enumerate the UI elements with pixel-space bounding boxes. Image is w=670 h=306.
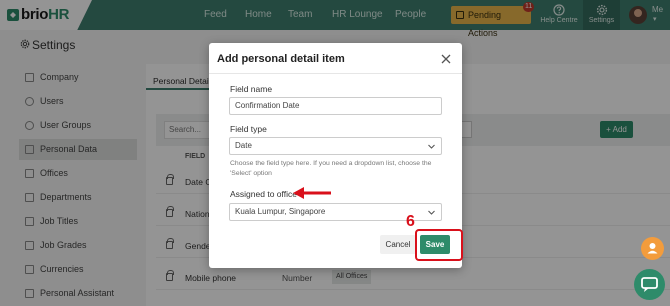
annotation-step-number: 6: [406, 213, 415, 230]
chat-button[interactable]: [634, 269, 665, 300]
field-type-label: Field type: [230, 124, 267, 134]
field-name-label: Field name: [230, 84, 273, 94]
field-type-help: Choose the field type here. If you need …: [230, 160, 432, 177]
assigned-office-value: Kuala Lumpur, Singapore: [235, 207, 326, 216]
user-assistant-button[interactable]: [641, 237, 664, 260]
chat-icon: [641, 277, 658, 292]
user-icon: [647, 243, 658, 254]
chevron-down-icon: [428, 144, 435, 149]
modal-divider: [209, 73, 462, 74]
modal-title: Add personal detail item: [217, 53, 345, 65]
chevron-down-icon: [428, 210, 435, 215]
assigned-office-label: Assigned to office: [230, 189, 297, 199]
cancel-button[interactable]: Cancel: [380, 235, 416, 254]
field-name-input[interactable]: Confirmation Date: [229, 97, 442, 115]
field-type-value: Date: [235, 141, 252, 150]
annotation-arrow-icon: [293, 187, 331, 199]
field-type-select[interactable]: Date: [229, 137, 442, 155]
annotation-highlight-box: [415, 229, 463, 261]
close-icon[interactable]: [440, 53, 452, 65]
